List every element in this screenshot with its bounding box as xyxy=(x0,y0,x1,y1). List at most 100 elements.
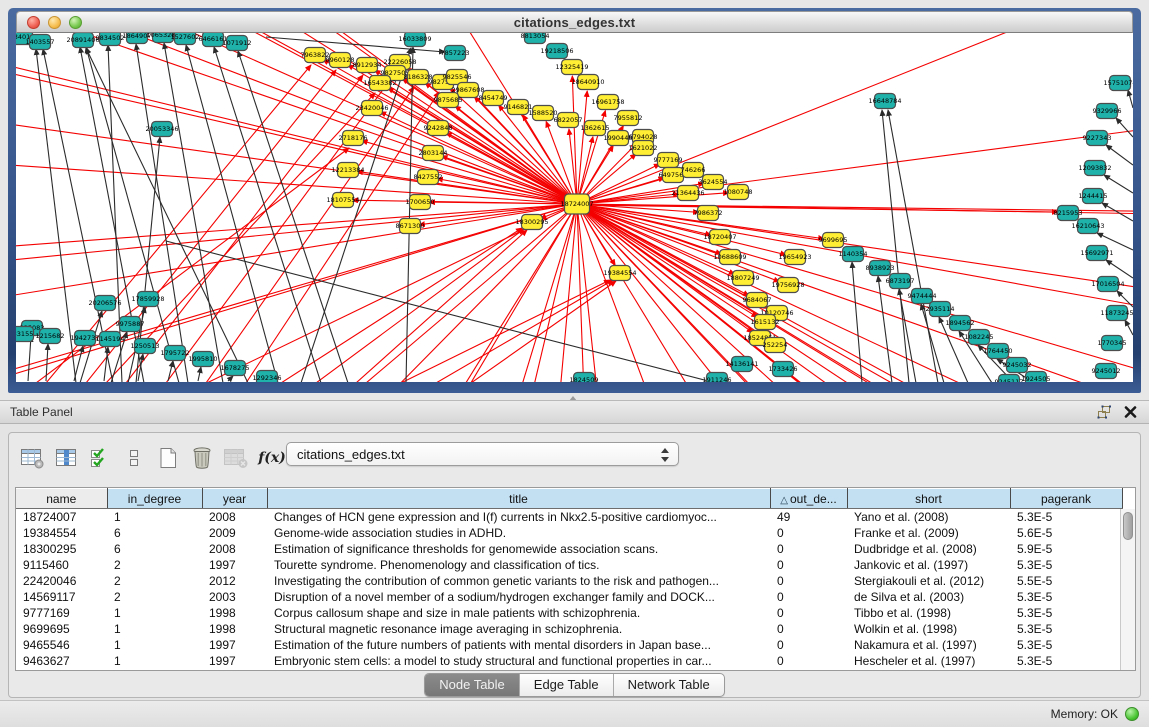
table-cell[interactable]: Investigating the contribution of common… xyxy=(267,573,770,589)
table-cell[interactable]: Stergiakouli et al. (2012) xyxy=(847,573,1010,589)
column-header-pagerank[interactable]: pagerank xyxy=(1010,489,1122,509)
table-cell[interactable]: 9777169 xyxy=(16,605,107,621)
table-row[interactable]: 911546021997Tourette syndrome. Phenomeno… xyxy=(16,557,1122,573)
table-cell[interactable]: 6 xyxy=(107,541,202,557)
table-row[interactable]: 1456911722003Disruption of a novel membe… xyxy=(16,589,1122,605)
graph-node[interactable]: 1080748 xyxy=(724,185,753,200)
table-cell[interactable]: Structural magnetic resonance image aver… xyxy=(267,621,770,637)
table-cell[interactable]: 1997 xyxy=(202,637,267,653)
graph-node[interactable]: 8671300 xyxy=(396,219,425,234)
table-cell[interactable]: 2009 xyxy=(202,525,267,541)
table-row[interactable]: 1830029562008Estimation of significance … xyxy=(16,541,1122,557)
graph-node[interactable]: 9975887 xyxy=(116,317,145,332)
table-cell[interactable]: 1 xyxy=(107,621,202,637)
column-header-name[interactable]: name xyxy=(16,489,107,509)
graph-node[interactable]: 1140354 xyxy=(839,247,868,262)
graph-node[interactable]: 2718176 xyxy=(339,131,368,146)
table-cell[interactable]: 0 xyxy=(770,525,847,541)
graph-node[interactable]: 1250513 xyxy=(131,339,160,354)
graph-node[interactable]: 9834502 xyxy=(96,33,125,46)
graph-node[interactable]: 1145194 xyxy=(96,332,125,347)
graph-node[interactable]: 9699695 xyxy=(819,233,848,248)
graph-node[interactable]: 9245012 xyxy=(1092,364,1121,379)
table-cell[interactable]: 1 xyxy=(107,509,202,525)
table-cell[interactable]: 22420046 xyxy=(16,573,107,589)
graph-node[interactable]: 14136141 xyxy=(725,357,758,372)
table-cell[interactable]: de Silva et al. (2003) xyxy=(847,589,1010,605)
graph-node[interactable]: 17859928 xyxy=(131,292,164,307)
graph-node[interactable]: 9245117 xyxy=(995,375,1024,383)
table-cell[interactable]: Changes of HCN gene expression and I(f) … xyxy=(267,509,770,525)
graph-node[interactable]: 8938923 xyxy=(866,261,895,276)
graph-node[interactable]: 9777169 xyxy=(654,153,683,168)
table-settings-icon[interactable] xyxy=(17,444,47,472)
table-cell[interactable]: 9115460 xyxy=(16,557,107,573)
column-header-year[interactable]: year xyxy=(202,489,267,509)
new-table-icon[interactable] xyxy=(153,444,183,472)
graph-node[interactable]: 1527602 xyxy=(171,33,200,45)
graph-node[interactable]: 1403557 xyxy=(26,35,55,50)
table-selector-dropdown[interactable]: citations_edges.txt xyxy=(286,442,679,466)
table-cell[interactable]: Nakamura et al. (1997) xyxy=(847,637,1010,653)
graph-node[interactable]: 8215953 xyxy=(1054,206,1083,221)
graph-node[interactable]: 8427552 xyxy=(414,170,443,185)
graph-node[interactable]: 16033809 xyxy=(398,33,431,47)
column-header-title[interactable]: title xyxy=(267,489,770,509)
table-cell[interactable]: Estimation of significance thresholds fo… xyxy=(267,541,770,557)
graph-node[interactable]: 9329966 xyxy=(1093,104,1122,119)
table-cell[interactable]: Estimation of the future numbers of pati… xyxy=(267,637,770,653)
graph-node[interactable]: 252254 xyxy=(763,338,788,353)
table-cell[interactable]: Wolkin et al. (1998) xyxy=(847,621,1010,637)
network-canvas[interactable]: 2340191403557208914069834502186490710653… xyxy=(16,33,1133,382)
graph-node[interactable]: 1678275 xyxy=(221,361,250,376)
graph-node[interactable]: 1894562 xyxy=(946,316,975,331)
table-cell[interactable]: 0 xyxy=(770,557,847,573)
graph-node[interactable]: 7955812 xyxy=(614,111,643,126)
graph-node[interactable]: 1700650 xyxy=(406,195,435,210)
table-row[interactable]: 969969511998Structural magnetic resonanc… xyxy=(16,621,1122,637)
graph-node[interactable]: 18724007 xyxy=(560,194,593,214)
column-header-out-de-[interactable]: △out_de... xyxy=(770,489,847,509)
table-cell[interactable]: 18300295 xyxy=(16,541,107,557)
table-cell[interactable]: 0 xyxy=(770,541,847,557)
table-cell[interactable]: 1998 xyxy=(202,621,267,637)
table-cell[interactable]: 6 xyxy=(107,525,202,541)
graph-node[interactable]: 1733426 xyxy=(769,362,798,377)
table-cell[interactable]: Disruption of a novel member of a sodium… xyxy=(267,589,770,605)
table-cell[interactable]: 0 xyxy=(770,653,847,669)
table-cell[interactable]: 5.3E-5 xyxy=(1010,621,1122,637)
network-graph[interactable]: 2340191403557208914069834502186490710653… xyxy=(16,33,1133,382)
table-scrollbar-thumb[interactable] xyxy=(1123,512,1133,540)
graph-node[interactable]: 2803144 xyxy=(419,146,448,161)
graph-node[interactable]: 1995810 xyxy=(189,352,218,367)
table-cell[interactable]: 5.6E-5 xyxy=(1010,525,1122,541)
graph-node[interactable]: 1071912 xyxy=(223,36,252,51)
graph-node[interactable]: 8912934 xyxy=(353,58,382,73)
graph-node[interactable]: 16210643 xyxy=(1071,219,1104,234)
table-cell[interactable]: Hescheler et al. (1997) xyxy=(847,653,1010,669)
table-cell[interactable]: 2 xyxy=(107,589,202,605)
graph-node[interactable]: 2935114 xyxy=(926,302,955,317)
graph-node[interactable]: 1924505 xyxy=(1022,372,1051,383)
table-row[interactable]: 1872400712008Changes of HCN gene express… xyxy=(16,509,1122,525)
graph-node[interactable]: 1770345 xyxy=(1098,336,1127,351)
table-cell[interactable]: 2008 xyxy=(202,509,267,525)
table-cell[interactable]: 5.9E-5 xyxy=(1010,541,1122,557)
table-row[interactable]: 977716911998Corpus callosum shape and si… xyxy=(16,605,1122,621)
graph-node[interactable]: 7857223 xyxy=(441,46,470,61)
graph-node[interactable]: 1215682 xyxy=(36,329,65,344)
table-cell[interactable]: 49 xyxy=(770,509,847,525)
graph-node[interactable]: 19756928 xyxy=(771,278,804,293)
table-cell[interactable]: 5.3E-5 xyxy=(1010,605,1122,621)
table-cell[interactable]: 0 xyxy=(770,621,847,637)
graph-node[interactable]: 1795722 xyxy=(161,346,190,361)
table-cell[interactable]: 0 xyxy=(770,637,847,653)
graph-node[interactable]: 1292346 xyxy=(253,371,282,383)
tab-edge-table[interactable]: Edge Table xyxy=(520,674,614,696)
table-row[interactable]: 1938455462009Genome-wide association stu… xyxy=(16,525,1122,541)
graph-node[interactable]: 17016504 xyxy=(1091,277,1124,292)
tab-network-table[interactable]: Network Table xyxy=(614,674,724,696)
table-cell[interactable]: 14569117 xyxy=(16,589,107,605)
table-cell[interactable]: 1 xyxy=(107,637,202,653)
close-panel-icon[interactable] xyxy=(1121,404,1139,420)
